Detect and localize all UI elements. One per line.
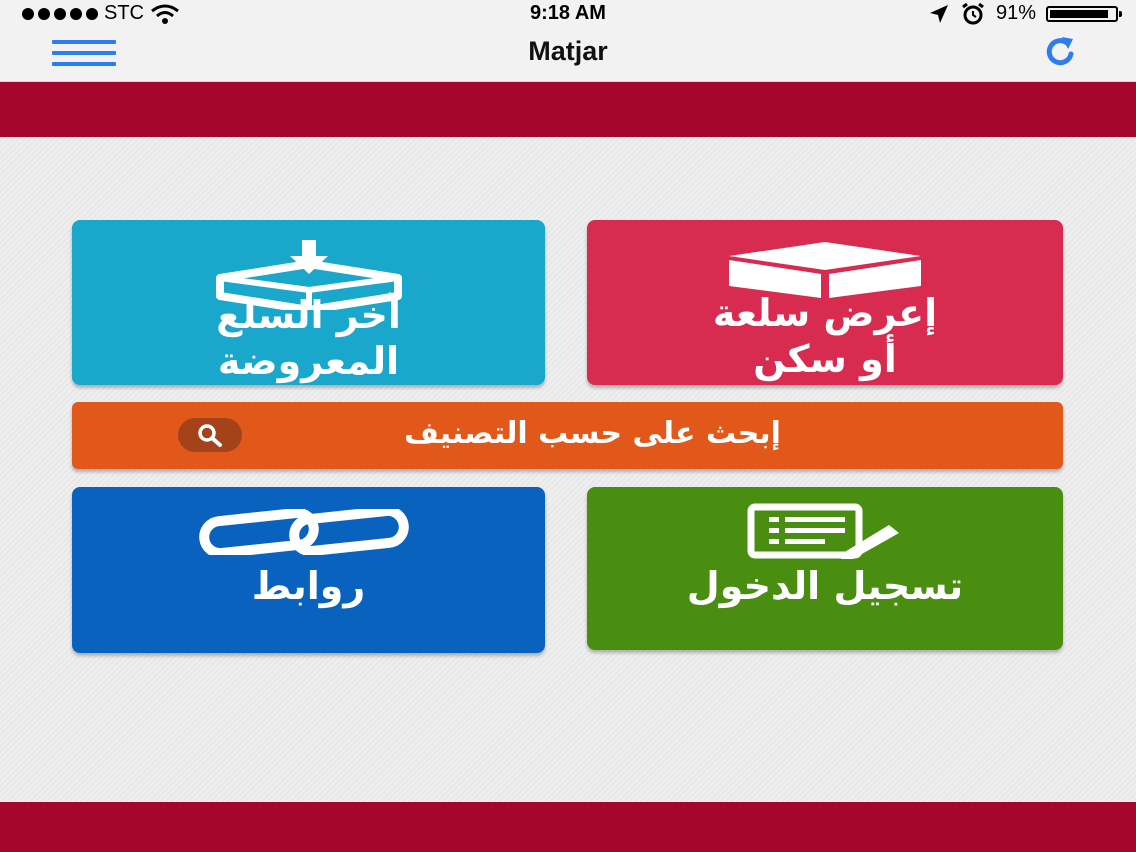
status-right: 91% [928,2,1122,25]
page-title: Matjar [528,36,608,66]
login-tile[interactable]: تسجيل الدخول [587,487,1063,650]
header-band [0,82,1136,137]
offer-item-tile[interactable]: إعرض سلعة أو سكن [587,220,1063,385]
chain-link-icon [199,509,409,555]
navigation-bar: Matjar [0,26,1136,82]
offer-item-label: إعرض سلعة أو سكن [712,291,938,381]
search-icon [198,424,222,447]
footer-band [0,802,1136,852]
category-search-button[interactable]: إبحث على حسب التصنيف [72,402,1063,469]
battery-icon [1046,5,1122,22]
status-bar: STC 9:18 AM 91% [0,0,1136,26]
search-icon-badge [178,418,242,452]
battery-percent: 91% [995,2,1036,24]
location-arrow-icon [929,4,948,23]
search-label: إبحث على حسب التصنيف [404,416,781,451]
links-label: روابط [251,564,366,608]
form-pencil-icon [747,503,899,559]
login-label: تسجيل الدخول [686,564,964,608]
battery-fill [1050,9,1109,18]
refresh-icon[interactable] [1042,34,1078,70]
latest-items-tile[interactable]: آخر السلع المعروضة [72,220,545,385]
alarm-icon [962,2,984,24]
links-tile[interactable]: روابط [72,487,545,653]
latest-items-label: آخر السلع المعروضة [216,293,401,383]
